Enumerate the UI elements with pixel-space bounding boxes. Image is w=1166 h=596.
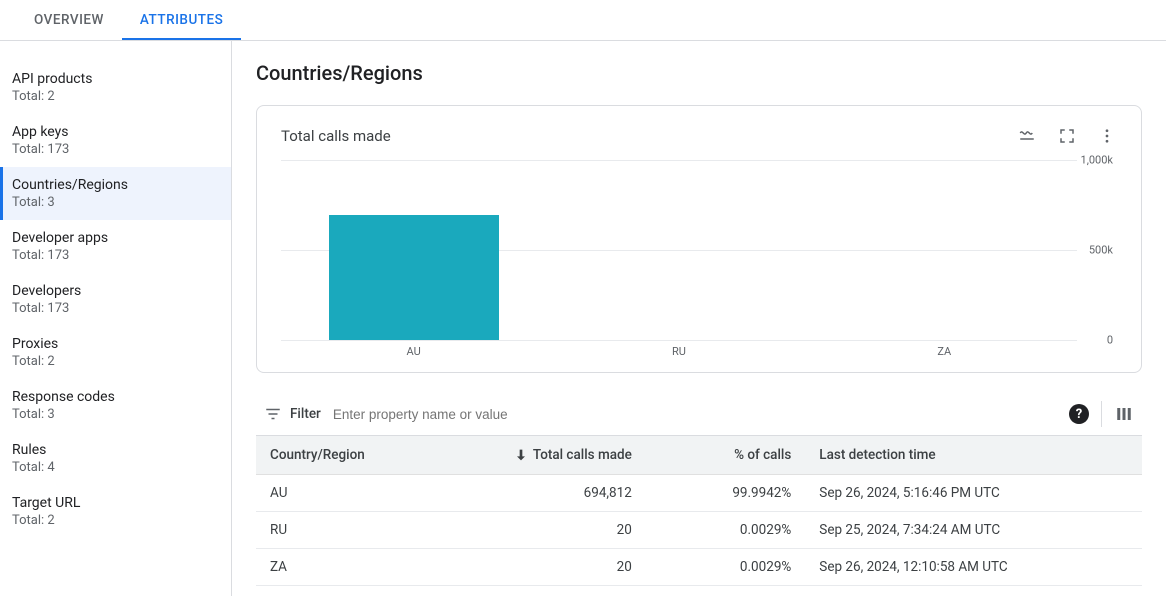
sidebar-item-subtitle: Total: 2 [12,513,219,528]
table-row[interactable]: ZA200.0029%Sep 26, 2024, 12:10:58 AM UTC [256,549,1142,586]
sidebar-item[interactable]: Countries/Regions Total: 3 [0,167,231,220]
x-axis-label: RU [672,345,686,358]
col-pct[interactable]: % of calls [646,436,805,475]
bar-slot: ZA [812,160,1077,340]
cell-calls: 694,812 [486,475,645,512]
chart-title: Total calls made [281,127,391,145]
filter-bar: Filter ? [256,395,1142,435]
grid-line [281,340,1077,341]
bar-chart: 0500k1,000k AURUZA [281,150,1117,360]
sidebar-item-title: Response codes [12,389,219,405]
data-table: Country/Region Total calls made % of cal… [256,435,1142,586]
sidebar-item[interactable]: Response codes Total: 3 [0,379,231,432]
tabs: OVERVIEW ATTRIBUTES [0,0,1166,41]
attribute-sidebar: API products Total: 2 App keys Total: 173 Co… [0,41,232,596]
chart-card: Total calls made 0500k1,000k AURUZA [256,105,1142,373]
sidebar-item[interactable]: Proxies Total: 2 [0,326,231,379]
chart-bar[interactable] [329,215,499,340]
cell-pct: 0.0029% [646,549,805,586]
sidebar-item-title: Proxies [12,336,219,352]
sidebar-item-title: Countries/Regions [12,177,219,193]
cell-country: AU [256,475,486,512]
sidebar-item[interactable]: App keys Total: 173 [0,114,231,167]
sidebar-item-subtitle: Total: 4 [12,460,219,475]
cell-pct: 0.0029% [646,512,805,549]
filter-label: Filter [290,406,321,422]
tab-overview[interactable]: OVERVIEW [16,0,122,40]
y-axis-label: 1,000k [1081,154,1113,167]
table-header-row: Country/Region Total calls made % of cal… [256,436,1142,475]
sidebar-item-subtitle: Total: 173 [12,248,219,263]
cell-country: ZA [256,549,486,586]
sidebar-item-title: Target URL [12,495,219,511]
cell-calls: 20 [486,549,645,586]
cell-last-detect: Sep 26, 2024, 12:10:58 AM UTC [805,549,1142,586]
sidebar-item-subtitle: Total: 3 [12,407,219,422]
sidebar-item-title: App keys [12,124,219,140]
sidebar-item-subtitle: Total: 2 [12,354,219,369]
sidebar-item[interactable]: Developer apps Total: 173 [0,220,231,273]
cell-pct: 99.9942% [646,475,805,512]
table-row[interactable]: RU200.0029%Sep 25, 2024, 7:34:24 AM UTC [256,512,1142,549]
sidebar-item-subtitle: Total: 2 [12,89,219,104]
sidebar-item-title: Developer apps [12,230,219,246]
sidebar-item-subtitle: Total: 3 [12,195,219,210]
col-total-calls[interactable]: Total calls made [486,436,645,475]
sidebar-item-title: API products [12,71,219,87]
sidebar-item-subtitle: Total: 173 [12,301,219,316]
fullscreen-icon[interactable] [1057,126,1077,146]
sort-desc-icon [513,447,529,463]
sidebar-item[interactable]: Developers Total: 173 [0,273,231,326]
sidebar-item[interactable]: Rules Total: 4 [0,432,231,485]
cell-last-detect: Sep 25, 2024, 7:34:24 AM UTC [805,512,1142,549]
sidebar-item-title: Rules [12,442,219,458]
table-row[interactable]: AU694,81299.9942%Sep 26, 2024, 5:16:46 P… [256,475,1142,512]
y-axis-label: 500k [1089,244,1113,257]
legend-icon[interactable] [1017,126,1037,146]
cell-country: RU [256,512,486,549]
col-country[interactable]: Country/Region [256,436,486,475]
sidebar-item-subtitle: Total: 173 [12,142,219,157]
cell-calls: 20 [486,512,645,549]
sidebar-item-title: Developers [12,283,219,299]
bar-slot: RU [546,160,811,340]
sidebar-item[interactable]: API products Total: 2 [0,61,231,114]
tab-attributes[interactable]: ATTRIBUTES [122,0,241,40]
x-axis-label: AU [407,345,421,358]
bar-slot: AU [281,160,546,340]
filter-input[interactable] [333,407,1069,422]
col-last-detect[interactable]: Last detection time [805,436,1142,475]
y-axis-label: 0 [1107,334,1113,347]
page-title: Countries/Regions [256,61,1142,85]
cell-last-detect: Sep 26, 2024, 5:16:46 PM UTC [805,475,1142,512]
columns-icon[interactable] [1114,404,1134,424]
help-icon[interactable]: ? [1069,404,1089,424]
divider [1101,401,1102,427]
x-axis-label: ZA [937,345,951,358]
main-content: Countries/Regions Total calls made [232,41,1166,596]
more-icon[interactable] [1097,126,1117,146]
sidebar-item[interactable]: Target URL Total: 2 [0,485,231,538]
filter-icon [264,405,282,423]
